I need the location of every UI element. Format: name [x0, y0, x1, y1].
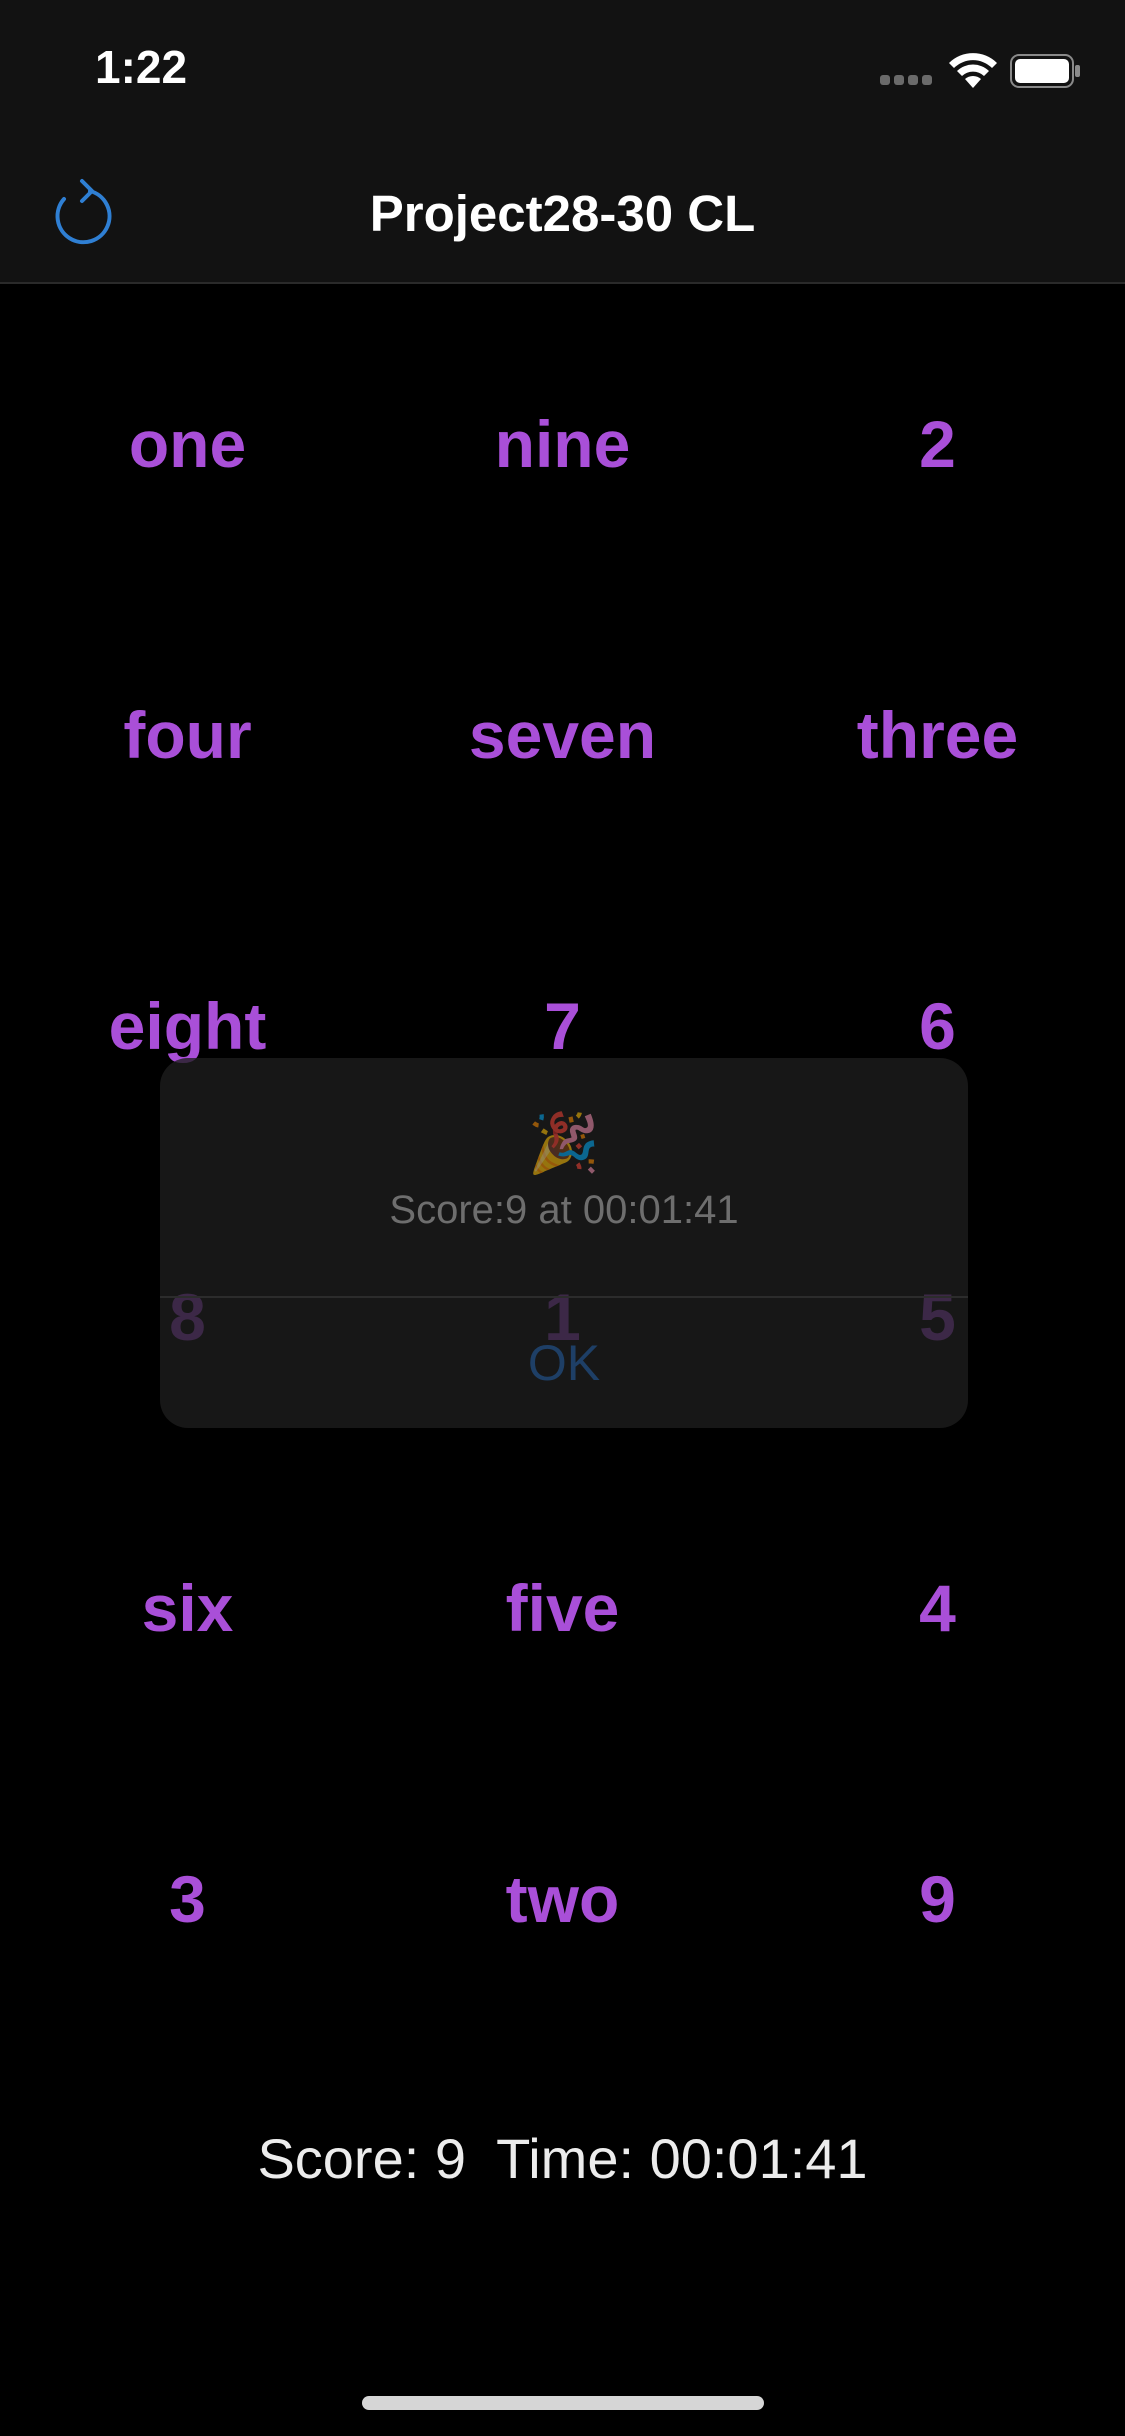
card-r1c1[interactable]: one: [0, 394, 375, 494]
page-title: Project28-30 CL: [369, 185, 756, 242]
card-r6c3[interactable]: 9: [750, 1849, 1125, 1949]
status-bar: 1:22: [0, 0, 1125, 140]
card-r5c2[interactable]: five: [375, 1558, 750, 1658]
card-r5c3[interactable]: 4: [750, 1558, 1125, 1658]
app-screen: 1:22 Project28-30 CL one nine 2 four sev…: [0, 0, 1125, 2436]
score-alert-dialog: 🎉 Score:9 at 00:01:41 OK: [160, 1058, 968, 1428]
alert-message: Score:9 at 00:01:41: [389, 1188, 739, 1232]
cellular-signal-icon: [880, 75, 932, 85]
battery-icon: [1010, 54, 1080, 88]
card-r2c1[interactable]: four: [0, 685, 375, 785]
card-r5c1[interactable]: six: [0, 1558, 375, 1658]
card-r2c2[interactable]: seven: [375, 685, 750, 785]
navigation-bar: Project28-30 CL: [0, 140, 1125, 284]
card-r1c2[interactable]: nine: [375, 394, 750, 494]
party-popper-icon: 🎉: [527, 1111, 601, 1176]
alert-ok-button[interactable]: OK: [160, 1298, 968, 1428]
status-time: 1:22: [95, 41, 188, 93]
home-indicator[interactable]: [362, 2396, 764, 2410]
card-r6c1[interactable]: 3: [0, 1849, 375, 1949]
card-r1c3[interactable]: 2: [750, 394, 1125, 494]
wifi-icon: [949, 53, 997, 88]
card-r6c2[interactable]: two: [375, 1849, 750, 1949]
score-time-label: Score: 9 Time: 00:01:41: [257, 2127, 868, 2190]
card-r2c3[interactable]: three: [750, 685, 1125, 785]
